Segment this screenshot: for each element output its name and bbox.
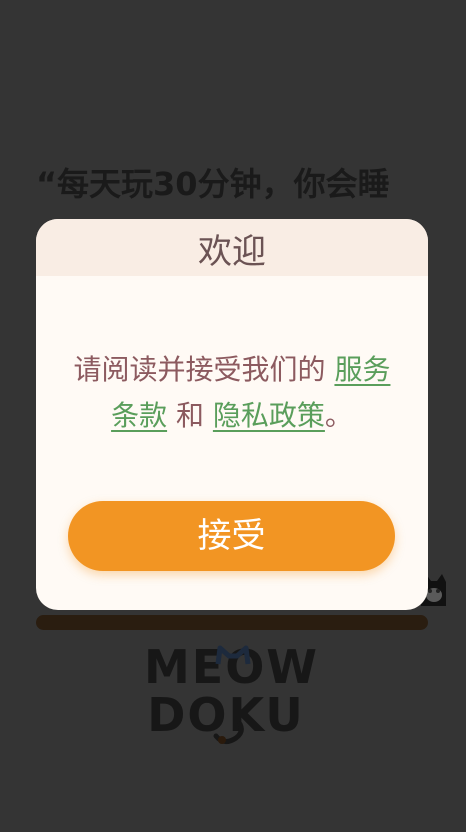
accept-button[interactable]: 接受 <box>68 501 395 571</box>
cat-ears-icon <box>215 645 251 665</box>
consent-and-text: 和 <box>167 399 213 432</box>
consent-prefix-text: 请阅读并接受我们的 <box>73 353 335 386</box>
dialog-header: 欢迎 <box>36 219 428 276</box>
meowdoku-logo: MEOW DOKU <box>144 642 317 750</box>
dialog-title: 欢迎 <box>198 232 266 272</box>
consent-suffix-text: 。 <box>324 399 353 432</box>
daily-quote-text: “每天玩30分钟，你会睡 <box>36 165 390 203</box>
consent-message: 请阅读并接受我们的 服务条款 和 隐私政策。 <box>70 347 394 439</box>
cat-tail-icon <box>213 721 244 744</box>
progress-bar <box>36 615 428 630</box>
welcome-dialog: 欢迎 请阅读并接受我们的 服务条款 和 隐私政策。 接受 <box>36 219 428 610</box>
privacy-policy-link[interactable]: 隐私政策 <box>213 399 325 432</box>
accept-button-label: 接受 <box>197 516 266 556</box>
